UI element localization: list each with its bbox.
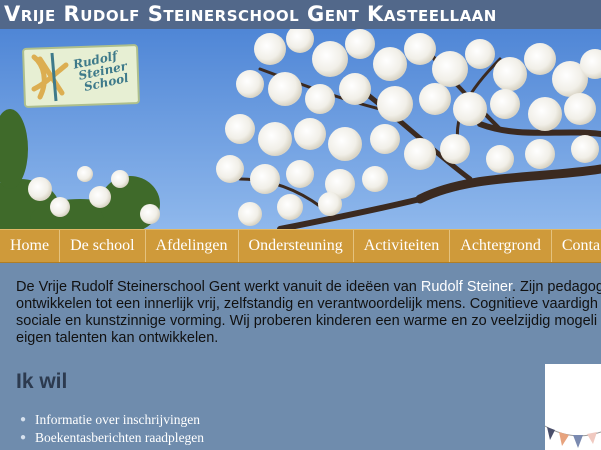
intro-line-4: eigen talenten kan ontwikkelen. [16,330,219,346]
link-boekentasberichten[interactable]: ● Boekentasberichten raadplegen [20,429,204,447]
link-inschrijvingen-label: Informatie over inschrijvingen [35,412,200,427]
nav-item-ondersteuning[interactable]: Ondersteuning [239,230,354,262]
intro-text-start: De Vrije Rudolf Steinerschool Gent werkt… [16,279,421,295]
bullet-icon: ● [20,432,27,443]
nav-item-activiteiten[interactable]: Activiteiten [354,230,451,262]
ik-wil-list: ● Informatie over inschrijvingen ● Boeke… [20,411,204,447]
nav-item-contact[interactable]: Conta [552,230,601,262]
nav-item-home[interactable]: Home [0,230,61,262]
ik-wil-heading: Ik wil [16,370,68,393]
banner: Rudolf Steiner School [0,29,601,229]
intro-line-2: ontwikkelen tot een innerlijk vrij, zelf… [16,296,598,312]
intro-line-1: De Vrije Rudolf Steinerschool Gent werkt… [16,279,601,296]
nav-item-achtergrond[interactable]: Achtergrond [450,230,552,262]
bunting-image[interactable] [545,364,601,450]
intro-text-end: . Zijn pedagog [511,279,601,295]
rudolf-steiner-link[interactable]: Rudolf Steiner [421,279,512,295]
link-boekentasberichten-label: Boekentasberichten raadplegen [35,430,205,445]
intro-paragraph: De Vrije Rudolf Steinerschool Gent werkt… [16,279,601,347]
link-inschrijvingen[interactable]: ● Informatie over inschrijvingen [20,411,204,429]
bunting-flags-icon [545,425,601,448]
site-header: Vrije Rudolf Steinerschool Gent Kasteell… [0,0,601,29]
site-title[interactable]: Vrije Rudolf Steinerschool Gent Kasteell… [4,1,497,27]
bullet-icon: ● [20,414,27,425]
main-navigation: Home De school Afdelingen Ondersteuning … [0,229,601,263]
nav-item-de-school[interactable]: De school [60,230,146,262]
main-content: De Vrije Rudolf Steinerschool Gent werkt… [0,263,601,450]
nav-item-afdelingen[interactable]: Afdelingen [146,230,239,262]
intro-line-3: sociale en kunstzinnige vorming. Wij pro… [16,313,598,329]
